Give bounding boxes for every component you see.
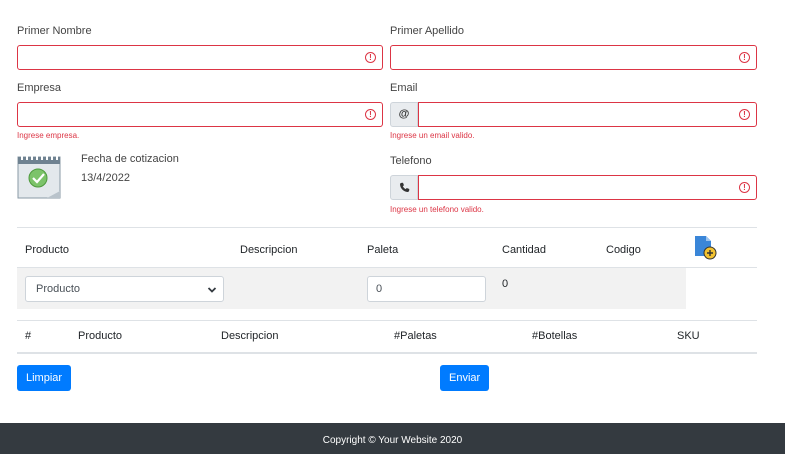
- col-producto: Producto: [78, 330, 123, 342]
- product-select-value: Producto: [36, 283, 81, 295]
- quote-date-value: 13/4/2022: [81, 172, 130, 184]
- chevron-down-icon: [207, 287, 217, 293]
- col-descripcion: Descripcion: [221, 330, 279, 342]
- first-name-field[interactable]: !: [17, 45, 383, 70]
- cantidad-value: 0: [502, 278, 509, 290]
- phone-label: Telefono: [390, 155, 432, 167]
- col-descripcion: Descripcion: [240, 244, 298, 256]
- at-sign-addon: @: [390, 102, 418, 127]
- last-name-field[interactable]: !: [390, 45, 757, 70]
- product-select[interactable]: Producto: [25, 276, 224, 302]
- first-name-input[interactable]: [18, 46, 382, 69]
- company-label: Empresa: [17, 82, 62, 94]
- email-input[interactable]: [419, 103, 756, 126]
- last-name-input[interactable]: [391, 46, 756, 69]
- divider: [17, 320, 757, 321]
- col-producto: Producto: [25, 244, 70, 256]
- footer: Copyright © Your Website 2020: [0, 423, 785, 454]
- phone-icon: [399, 182, 409, 192]
- phone-input[interactable]: [419, 176, 756, 199]
- phone-addon: [390, 175, 418, 200]
- quote-date-label: Fecha de cotizacion: [81, 153, 179, 165]
- col-paletas: #Paletas: [394, 330, 437, 342]
- divider: [17, 227, 757, 228]
- email-error: Ingrese un email valido.: [390, 131, 475, 140]
- company-input[interactable]: [18, 103, 382, 126]
- error-icon: !: [365, 52, 376, 63]
- email-field[interactable]: !: [418, 102, 757, 127]
- clear-button[interactable]: Limpiar: [17, 365, 72, 391]
- col-sku: SKU: [677, 330, 700, 342]
- company-error: Ingrese empresa.: [17, 131, 80, 140]
- send-button[interactable]: Enviar: [440, 365, 490, 391]
- col-codigo: Codigo: [606, 244, 641, 256]
- divider: [17, 352, 757, 354]
- file-add-icon[interactable]: [694, 235, 718, 261]
- last-name-label: Primer Apellido: [390, 25, 464, 37]
- col-cantidad: Cantidad: [502, 244, 547, 256]
- paleta-input[interactable]: [368, 277, 485, 301]
- phone-error: Ingrese un telefono valido.: [390, 205, 484, 214]
- col-botellas: #Botellas: [532, 330, 578, 342]
- error-icon: !: [739, 52, 750, 63]
- error-icon: !: [739, 182, 750, 193]
- col-paleta: Paleta: [367, 244, 399, 256]
- company-field[interactable]: !: [17, 102, 383, 127]
- error-icon: !: [739, 109, 750, 120]
- error-icon: !: [365, 109, 376, 120]
- footer-text: Copyright © Your Website 2020: [322, 435, 463, 446]
- phone-field[interactable]: !: [418, 175, 757, 200]
- first-name-label: Primer Nombre: [17, 25, 92, 37]
- calendar-check-icon: [17, 153, 61, 199]
- paleta-field[interactable]: [367, 276, 486, 302]
- col-number: #: [25, 330, 32, 342]
- email-label: Email: [390, 82, 418, 94]
